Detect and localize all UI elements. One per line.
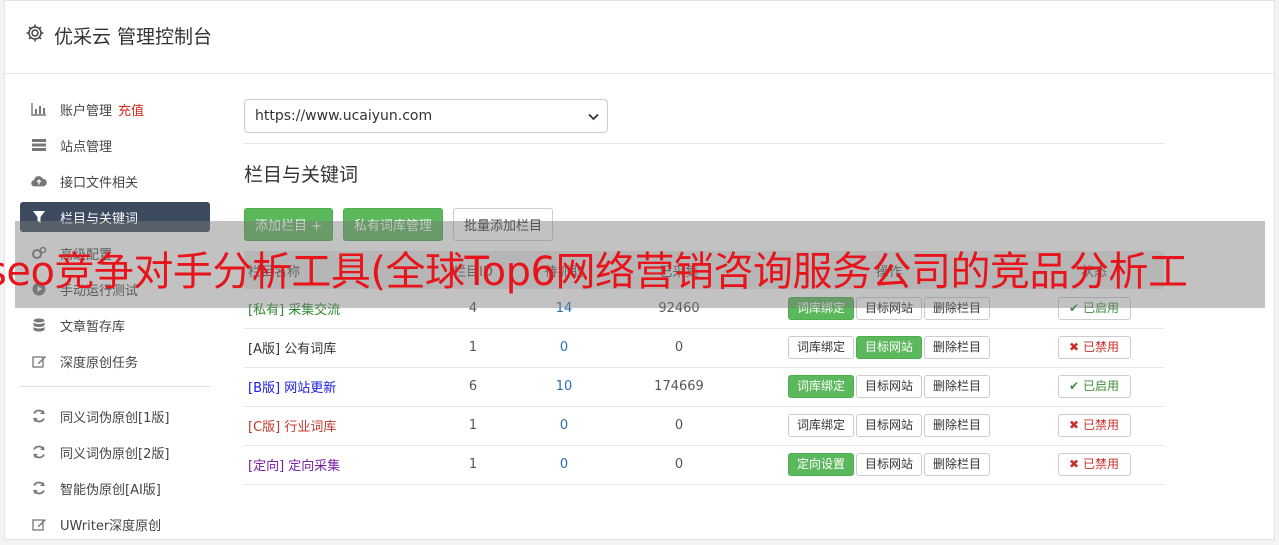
sidebar-item-label: 接口文件相关: [60, 175, 139, 191]
column-id-cell: 6: [468, 379, 478, 394]
target-site-button[interactable]: 目标网站: [855, 375, 922, 398]
actions-cell: 定向设置 目标网站 删除栏目: [754, 445, 1024, 484]
actions-cell: 词库绑定 目标网站 删除栏目: [754, 367, 1024, 406]
status-label: 已禁用: [1082, 457, 1119, 471]
refresh-icon: [31, 408, 47, 424]
sidebar-item-label: 文章暂存库: [60, 319, 126, 335]
refresh-icon: [31, 444, 47, 460]
pending-cell[interactable]: 0: [524, 406, 604, 445]
database-icon: [31, 317, 47, 333]
status-toggle[interactable]: ✖ 已禁用: [1057, 336, 1131, 359]
column-name-cell: [C版] 行业词库: [244, 406, 422, 445]
bind-lib-button[interactable]: 词库绑定: [787, 336, 854, 359]
pending-cell[interactable]: 10: [524, 367, 604, 406]
column-tag: [B版]: [248, 381, 281, 396]
column-name-link[interactable]: 定向采集: [288, 459, 340, 474]
page-title: 栏目与关键词: [244, 164, 359, 186]
bind-lib-button[interactable]: 定向设置: [787, 453, 854, 476]
sidebar-item-label: 同义词伪原创[1版]: [60, 410, 170, 426]
column-id-cell: 1: [468, 418, 478, 433]
sidebar-item-label: 智能伪原创[AI版]: [60, 482, 161, 498]
refresh-icon: [31, 480, 47, 496]
status-toggle[interactable]: ✖ 已禁用: [1057, 414, 1131, 437]
target-site-button[interactable]: 目标网站: [855, 414, 922, 437]
delete-column-button[interactable]: 删除栏目: [924, 336, 991, 359]
site-select-value: https://www.ucaiyun.com: [255, 108, 433, 124]
divider: [244, 143, 1164, 144]
actions-cell: 词库绑定 目标网站 删除栏目: [754, 406, 1024, 445]
sidebar-item-interface[interactable]: 接口文件相关: [20, 166, 210, 196]
table-row: [C版] 行业词库 1 0 0 词库绑定 目标网站 删除栏目 ✖ 已禁用: [244, 406, 1164, 445]
sidebar-item-article-store[interactable]: 文章暂存库: [20, 310, 210, 340]
target-site-button[interactable]: 目标网站: [855, 336, 922, 359]
sidebar-item-sites[interactable]: 站点管理: [20, 130, 210, 160]
sidebar-item-ai-rewrite[interactable]: 智能伪原创[AI版]: [20, 473, 210, 503]
status-cell: ✖ 已禁用: [1024, 406, 1164, 445]
status-toggle[interactable]: ✔ 已启用: [1057, 375, 1131, 398]
sidebar: 账户管理 充值 站点管理 接口文件相关 栏目与关键词 高级配置 手动运行测试 文…: [20, 94, 210, 545]
column-tag: [A版]: [248, 342, 281, 357]
column-name-cell: [B版] 网站更新: [244, 367, 422, 406]
status-cell: ✔ 已启用: [1024, 367, 1164, 406]
table-row: [定向] 定向采集 1 0 0 定向设置 目标网站 删除栏目 ✖ 已禁用: [244, 445, 1164, 484]
status-cell: ✖ 已禁用: [1024, 445, 1164, 484]
status-cell: ✖ 已禁用: [1024, 328, 1164, 367]
bar-chart-icon: [31, 101, 47, 117]
delete-column-button[interactable]: 删除栏目: [924, 453, 991, 476]
gear-icon[interactable]: [25, 23, 45, 43]
actions-cell: 词库绑定 目标网站 删除栏目: [754, 328, 1024, 367]
sidebar-item-label: 同义词伪原创[2版]: [60, 446, 170, 462]
column-tag: [C版]: [248, 420, 281, 435]
sidebar-item-label: 深度原创任务: [60, 355, 139, 371]
column-name-link[interactable]: 网站更新: [284, 381, 336, 396]
sidebar-item-label: 站点管理: [60, 139, 113, 155]
column-name-link[interactable]: 行业词库: [284, 420, 336, 435]
edit-icon: [31, 353, 47, 369]
collected-cell: 0: [674, 340, 684, 355]
column-name-cell: [A版] 公有词库: [244, 328, 422, 367]
target-site-button[interactable]: 目标网站: [855, 453, 922, 476]
recharge-link[interactable]: 充值: [118, 100, 144, 119]
sidebar-item-synonym-v2[interactable]: 同义词伪原创[2版]: [20, 437, 210, 467]
sidebar-item-synonym-v1[interactable]: 同义词伪原创[1版]: [20, 401, 210, 431]
status-label: 已禁用: [1082, 418, 1119, 432]
sidebar-item-uwriter[interactable]: UWriter深度原创: [20, 509, 210, 539]
site-select[interactable]: https://www.ucaiyun.com: [244, 99, 608, 133]
top-bar: 优采云 管理控制台: [5, 1, 1274, 74]
sidebar-item-label: 账户管理: [60, 103, 113, 119]
collected-cell: 174669: [654, 379, 704, 394]
bind-lib-button[interactable]: 词库绑定: [787, 375, 854, 398]
status-label: 已禁用: [1082, 340, 1119, 354]
sidebar-item-label: UWriter深度原创: [60, 518, 162, 534]
cloud-upload-icon: [31, 173, 47, 189]
column-id-cell: 1: [468, 340, 478, 355]
chevron-down-icon: [588, 113, 599, 121]
sidebar-item-deep-original[interactable]: 深度原创任务: [20, 346, 210, 376]
table-row: [B版] 网站更新 6 10 174669 词库绑定 目标网站 删除栏目 ✔ 已启用: [244, 367, 1164, 406]
server-icon: [31, 137, 47, 153]
table-row: [A版] 公有词库 1 0 0 词库绑定 目标网站 删除栏目 ✖ 已禁用: [244, 328, 1164, 367]
collected-cell: 0: [674, 418, 684, 433]
sidebar-item-account[interactable]: 账户管理 充值: [20, 94, 210, 124]
sidebar-divider: [20, 386, 210, 387]
column-tag: [定向]: [248, 459, 285, 474]
overlay-banner-text: seo竞争对手分析工具(全球Top6网络营销咨询服务公司的竞品分析工: [0, 249, 1188, 295]
delete-column-button[interactable]: 删除栏目: [924, 414, 991, 437]
check-icon: ✔: [1069, 379, 1080, 393]
pending-cell[interactable]: 0: [524, 328, 604, 367]
column-name-link[interactable]: 公有词库: [284, 342, 336, 357]
column-name-cell: [定向] 定向采集: [244, 445, 422, 484]
delete-column-button[interactable]: 删除栏目: [924, 375, 991, 398]
x-icon: ✖: [1069, 457, 1080, 471]
x-icon: ✖: [1069, 340, 1080, 354]
status-label: 已启用: [1082, 379, 1119, 393]
x-icon: ✖: [1069, 418, 1080, 432]
bind-lib-button[interactable]: 词库绑定: [787, 414, 854, 437]
status-toggle[interactable]: ✖ 已禁用: [1057, 453, 1131, 476]
pending-cell[interactable]: 0: [524, 445, 604, 484]
column-id-cell: 1: [468, 457, 478, 472]
app-title: 优采云 管理控制台: [54, 26, 213, 48]
collected-cell: 0: [674, 457, 684, 472]
